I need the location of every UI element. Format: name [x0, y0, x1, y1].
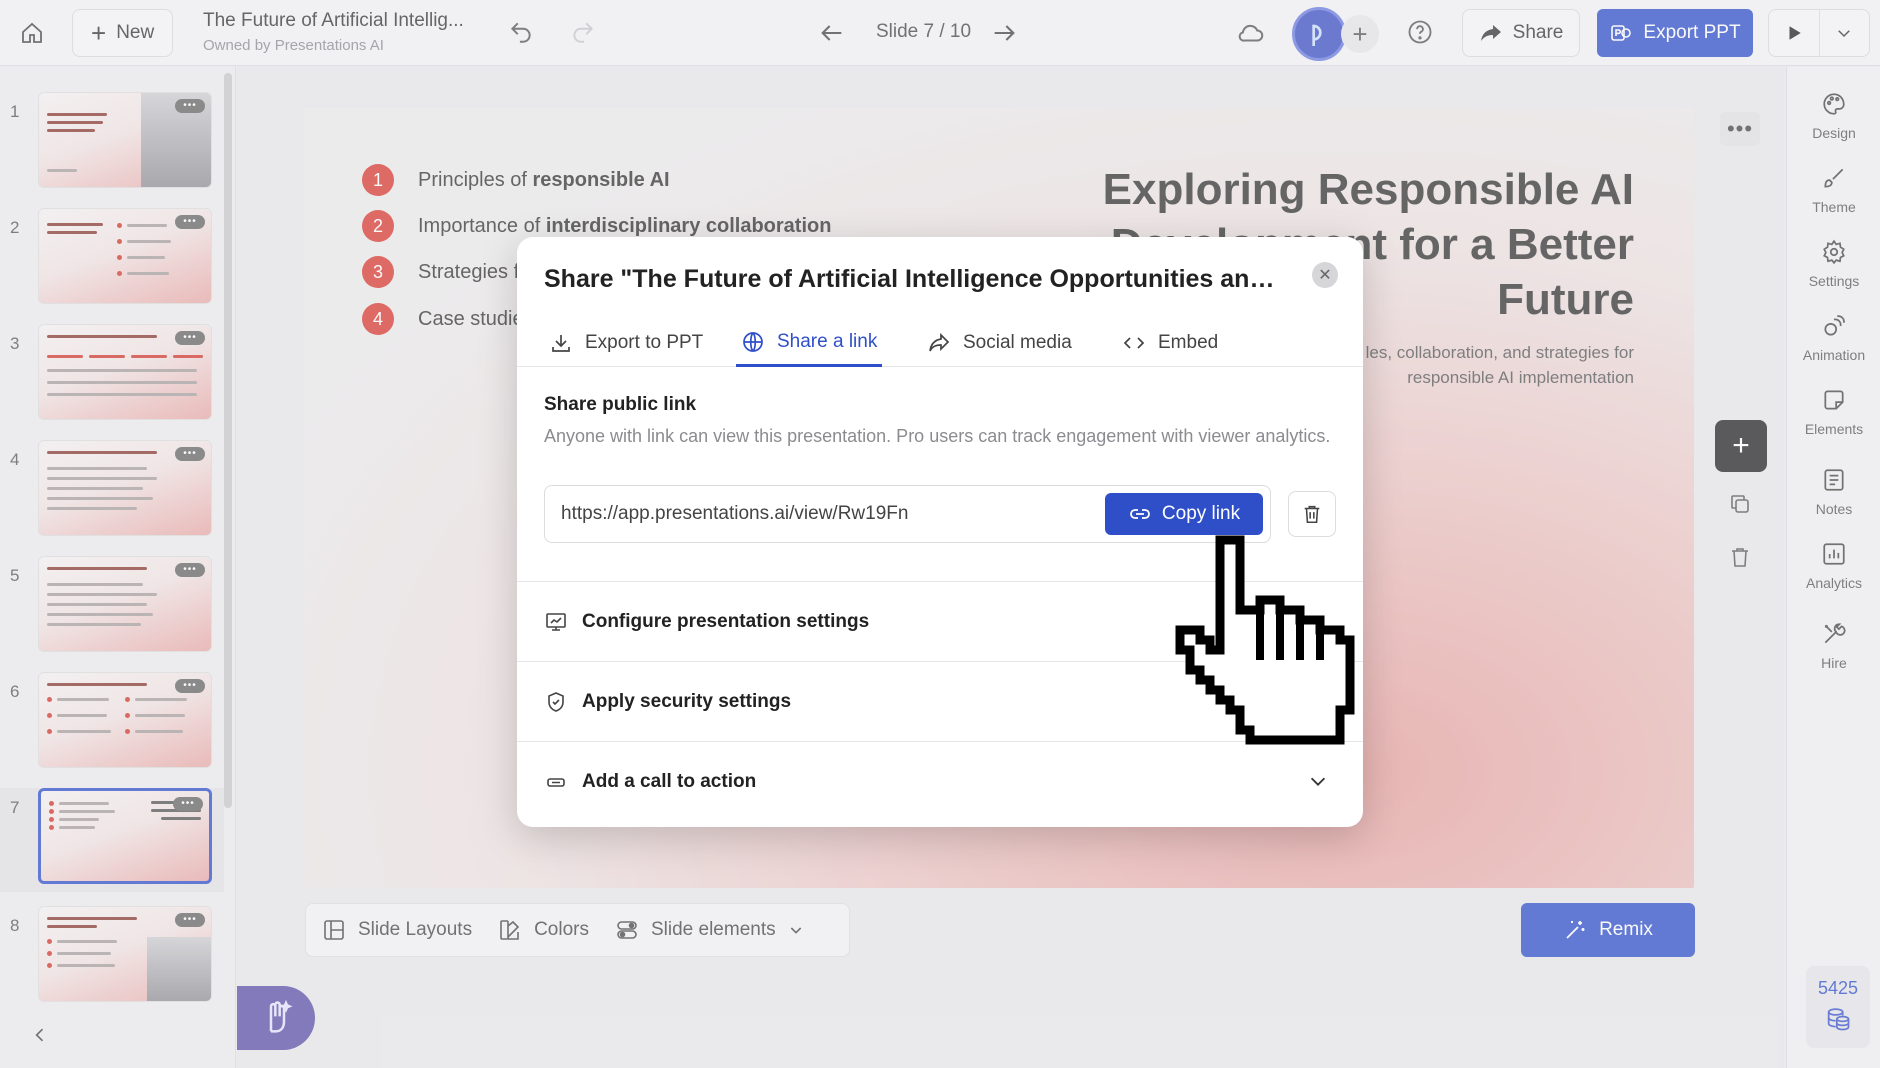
- shield-icon: [548, 691, 564, 712]
- tab-label: Embed: [1158, 332, 1219, 353]
- tab-embed[interactable]: Embed: [1117, 319, 1223, 367]
- share-arrow-icon: [929, 332, 950, 352]
- section-description: Anyone with link can view this presentat…: [544, 426, 1331, 446]
- tab-social-media[interactable]: Social media: [922, 319, 1077, 367]
- tab-label: Export to PPT: [585, 332, 704, 353]
- hand-cursor-icon: [1170, 530, 1370, 765]
- button-icon: [547, 777, 565, 787]
- tab-label: Share a link: [777, 330, 878, 352]
- public-link-url[interactable]: https://app.presentations.ai/view/Rw19Fn: [561, 503, 908, 525]
- dialog-title: Share "The Future of Artificial Intellig…: [544, 265, 1284, 293]
- chevron-down-icon[interactable]: [1307, 770, 1329, 798]
- copy-link-button[interactable]: Copy link: [1105, 493, 1263, 535]
- tab-share-a-link[interactable]: Share a link: [736, 319, 883, 367]
- row-label: Add a call to action: [582, 770, 757, 792]
- code-icon: [1123, 337, 1145, 349]
- trash-icon: [1304, 505, 1320, 524]
- section-title: Share public link: [544, 394, 697, 415]
- tab-export-to-ppt[interactable]: Export to PPT: [544, 319, 708, 367]
- copy-link-label: Copy link: [1161, 503, 1241, 524]
- share-tabs: Export to PPT Share a link Social media …: [517, 319, 1363, 367]
- tab-label: Social media: [963, 332, 1072, 353]
- public-link-field[interactable]: https://app.presentations.ai/view/Rw19Fn…: [544, 485, 1271, 543]
- close-icon[interactable]: ✕: [1312, 262, 1338, 288]
- globe-icon: [743, 331, 763, 352]
- presentation-icon: [546, 612, 566, 631]
- row-label: Apply security settings: [582, 690, 792, 712]
- download-icon: [552, 335, 570, 352]
- link-icon: [1130, 509, 1150, 519]
- row-label: Configure presentation settings: [582, 610, 870, 632]
